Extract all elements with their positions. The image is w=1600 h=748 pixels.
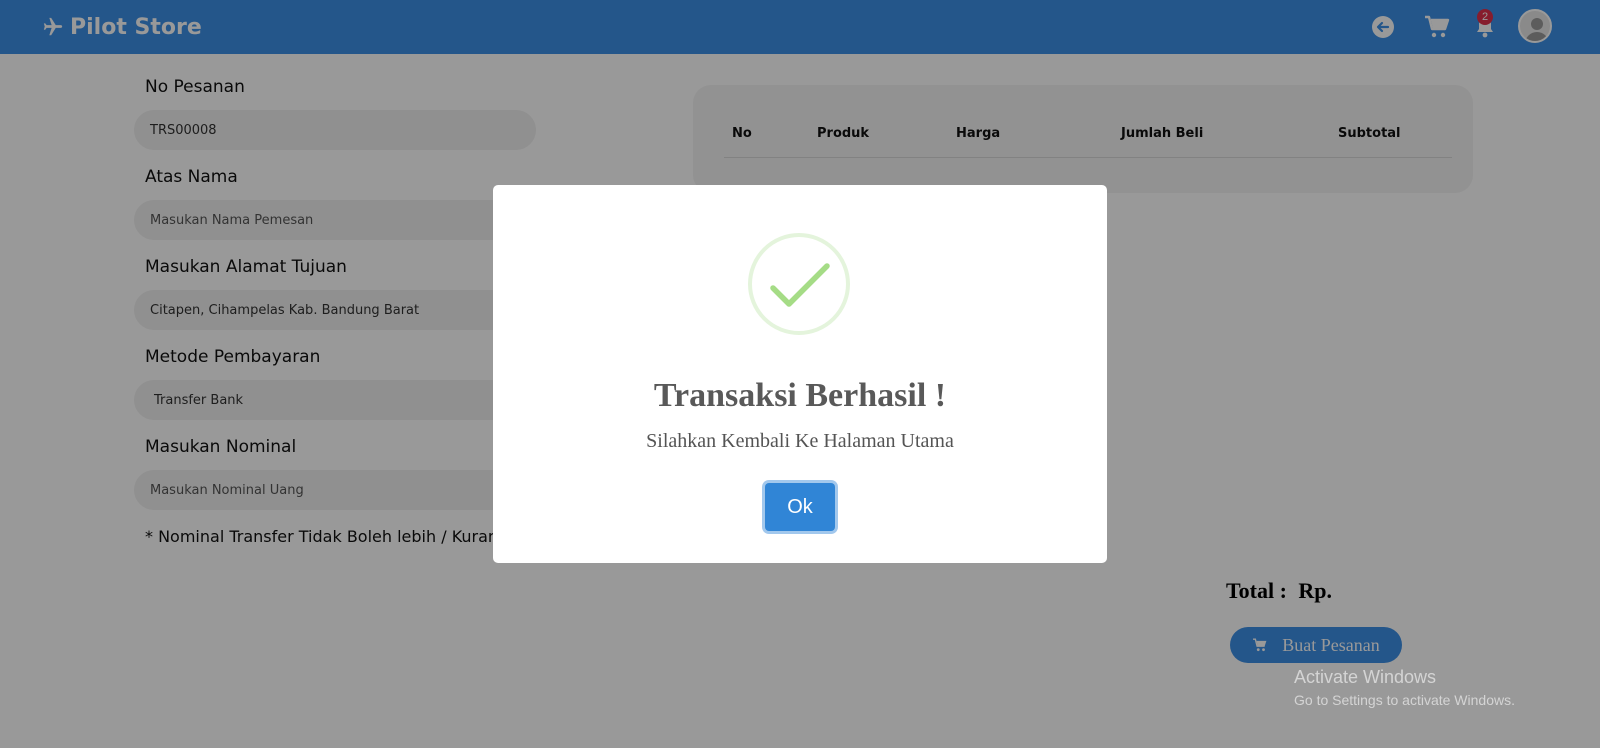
- ok-button[interactable]: Ok: [765, 483, 835, 531]
- success-dialog: Transaksi Berhasil ! Silahkan Kembali Ke…: [493, 185, 1107, 563]
- dialog-title: Transaksi Berhasil !: [653, 377, 947, 414]
- activation-watermark-subtitle: Go to Settings to activate Windows.: [1294, 692, 1515, 708]
- success-check-icon: [748, 233, 850, 335]
- activation-watermark-title: Activate Windows: [1294, 667, 1437, 687]
- dialog-message: Silahkan Kembali Ke Halaman Utama: [646, 430, 954, 452]
